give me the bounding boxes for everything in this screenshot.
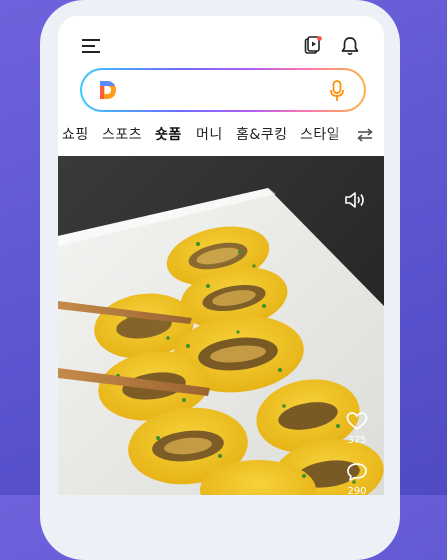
category-tabs: 쇼핑 스포츠 숏폼 머니 홈&쿠킹 스타일 [58,120,384,150]
microphone-icon[interactable] [330,80,344,102]
comment-icon[interactable] [346,462,368,482]
daum-logo-icon [100,81,116,99]
search-bar[interactable] [80,68,366,112]
shorts-video-icon[interactable] [304,36,322,56]
top-bar [58,16,384,70]
like-count: 375 [347,435,367,446]
hamburger-menu-icon[interactable] [82,38,100,54]
tab-sports[interactable]: 스포츠 [102,124,142,144]
app-screen: 쇼핑 스포츠 숏폼 머니 홈&쿠킹 스타일 375 290 [58,16,384,495]
video-thumbnail-rolled-omelette [58,156,384,495]
short-video-player[interactable]: 375 290 [58,156,384,495]
search-box[interactable] [82,70,364,110]
search-input[interactable] [128,78,322,104]
tab-home-cooking[interactable]: 홈&쿠킹 [236,124,288,144]
tab-money[interactable]: 머니 [196,124,223,144]
bell-icon[interactable] [341,36,359,56]
tab-shopping[interactable]: 쇼핑 [62,124,89,144]
heart-icon[interactable] [346,411,368,431]
shuffle-icon[interactable] [356,127,374,143]
comment-count: 290 [347,486,367,495]
speaker-icon[interactable] [344,190,368,210]
tab-shortform[interactable]: 숏폼 [155,124,182,144]
